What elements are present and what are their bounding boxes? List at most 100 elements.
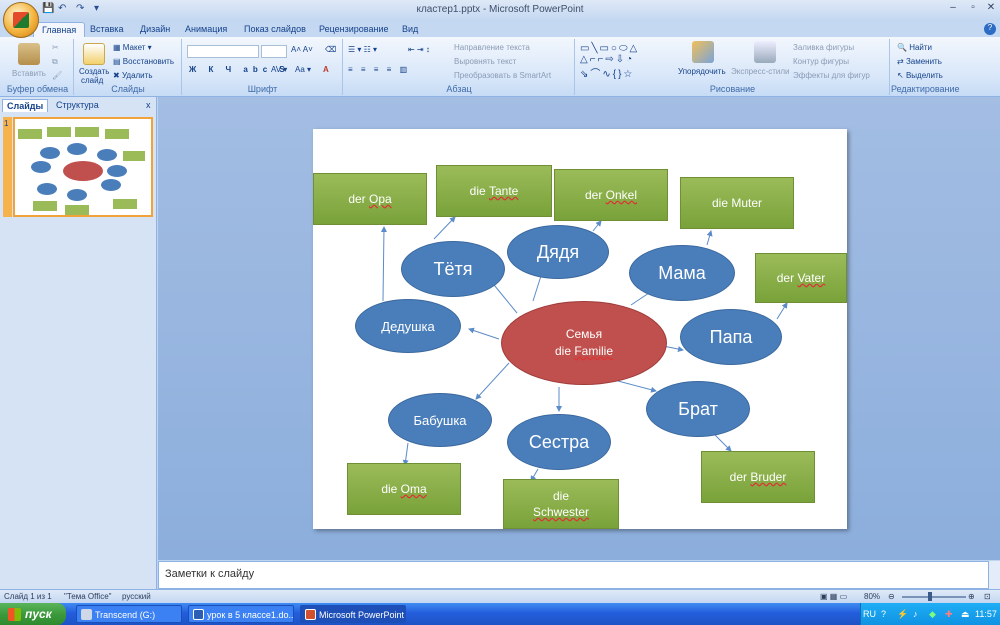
undo-icon[interactable]: ↶ xyxy=(58,3,66,14)
tab-slides-panel[interactable]: Слайды xyxy=(2,99,49,112)
arrange-icon[interactable] xyxy=(692,41,714,63)
oval-dyadya[interactable]: Дядя xyxy=(507,225,609,279)
help-tray-icon[interactable]: ? xyxy=(881,609,886,619)
slide-canvas[interactable]: Семья die Familie Тётя Дядя Мама Папа Де… xyxy=(313,129,847,529)
zoom-level[interactable]: 80% xyxy=(864,592,880,601)
taskbar-item-transcend[interactable]: Transcend (G:) xyxy=(76,605,182,623)
paste-button[interactable]: Вставить xyxy=(12,69,46,78)
notes-pane[interactable]: Заметки к слайду xyxy=(158,561,989,589)
center-ellipse-family[interactable]: Семья die Familie xyxy=(501,301,667,385)
tab-design[interactable]: Дизайн xyxy=(132,22,178,37)
oval-papa[interactable]: Папа xyxy=(680,309,782,365)
volume-icon[interactable]: ♪ xyxy=(913,609,918,619)
start-button[interactable]: пуск xyxy=(0,603,66,625)
help-icon[interactable]: ? xyxy=(984,23,996,35)
tab-view[interactable]: Вид xyxy=(394,22,426,37)
minimize-button[interactable]: – xyxy=(944,2,962,16)
zoom-out-icon[interactable]: ⊖ xyxy=(888,592,895,601)
font-family-select[interactable] xyxy=(187,45,259,58)
safely-remove-icon[interactable]: ⏏ xyxy=(961,609,970,620)
select-label: Выделить xyxy=(905,71,943,80)
bullets-icon[interactable]: ☰ ▾ ☷ ▾ xyxy=(348,45,377,54)
zoom-slider-thumb[interactable] xyxy=(928,592,932,601)
reset-button[interactable]: ▤ Восстановить xyxy=(113,57,174,66)
oval-dedushka[interactable]: Дедушка xyxy=(355,299,461,353)
find-button[interactable]: 🔍 Найти xyxy=(897,43,932,52)
replace-button[interactable]: ⇄ Заменить xyxy=(897,57,942,66)
zoom-slider[interactable] xyxy=(902,596,966,598)
box-bruder[interactable]: der Bruder xyxy=(701,451,815,503)
shape-effects-button[interactable]: Эффекты для фигур xyxy=(793,71,870,80)
zoom-in-icon[interactable]: ⊕ xyxy=(968,592,975,601)
slide-thumbnail[interactable] xyxy=(13,117,153,217)
change-case-icon[interactable]: Aa ▾ xyxy=(295,65,311,74)
arrow-to-tante xyxy=(433,216,456,240)
cut-icon[interactable]: ✂ xyxy=(52,43,59,52)
box-muter[interactable]: die Muter xyxy=(680,177,794,229)
fit-window-icon[interactable]: ⊡ xyxy=(984,592,991,601)
shapes-gallery[interactable]: ▭╲▭○⬭△ △⌐⌐⇨⇩◔ ⇘⌒∿{}☆ xyxy=(580,43,639,80)
oval-tetya[interactable]: Тётя xyxy=(401,241,505,297)
shape-fill-button[interactable]: Заливка фигуры xyxy=(793,43,854,52)
restore-button[interactable]: ▫ xyxy=(964,2,982,16)
oval-brat[interactable]: Брат xyxy=(646,381,750,437)
quick-styles-button[interactable]: Экспресс-стили xyxy=(731,67,790,76)
taskbar-item-powerpoint[interactable]: Microsoft PowerPoint ... xyxy=(300,605,406,623)
tab-home[interactable]: Главная xyxy=(33,22,86,37)
copy-icon[interactable]: ⧉ xyxy=(52,57,58,67)
char-spacing-icon[interactable]: AV ▾ xyxy=(271,65,287,74)
shield-icon[interactable]: ◆ xyxy=(929,609,936,620)
align-text-button[interactable]: Выровнять текст xyxy=(454,57,516,66)
indent-icon[interactable]: ⇤ ⇥ ↕ xyxy=(408,45,430,54)
tab-slideshow[interactable]: Показ слайдов xyxy=(236,22,314,37)
tab-insert[interactable]: Вставка xyxy=(82,22,131,37)
align-buttons[interactable]: ≡ ≡ ≡ ≡ ▥ xyxy=(348,65,410,74)
arrange-button[interactable]: Упорядочить xyxy=(678,67,726,76)
qat-customize-icon[interactable]: ▾ xyxy=(94,3,99,14)
oval-babushka[interactable]: Бабушка xyxy=(388,393,492,447)
network-icon[interactable]: ⚡ xyxy=(897,609,908,620)
group-drawing: ▭╲▭○⬭△ △⌐⌐⇨⇩◔ ⇘⌒∿{}☆ Упорядочить Экспресс-… xyxy=(576,39,890,95)
language-indicator[interactable]: RU xyxy=(863,609,876,619)
save-icon[interactable]: 💾 xyxy=(42,3,54,14)
ribbon: Вставить ✂ ⧉ 🖌 Буфер обмена Создать слай… xyxy=(0,37,1000,97)
delete-slide-button[interactable]: ✖ Удалить xyxy=(113,71,152,80)
tab-animation[interactable]: Анимация xyxy=(177,22,235,37)
status-language[interactable]: русский xyxy=(122,592,151,601)
new-slide-icon[interactable] xyxy=(83,43,105,65)
redo-icon[interactable]: ↷ xyxy=(76,3,84,14)
grow-font-icon[interactable]: A˄ A˅ xyxy=(291,45,313,54)
new-slide-button[interactable]: Создать xyxy=(79,67,109,76)
tab-review[interactable]: Рецензирование xyxy=(311,22,397,37)
box-vater[interactable]: der Vater xyxy=(755,253,847,303)
box-tante[interactable]: die Tante xyxy=(436,165,552,217)
close-pane-icon[interactable]: x xyxy=(146,100,151,110)
quick-styles-icon[interactable] xyxy=(754,41,776,63)
smartart-button[interactable]: Преобразовать в SmartArt xyxy=(454,71,551,80)
box-onkel[interactable]: der Onkel xyxy=(554,169,668,221)
vertical-scrollbar[interactable] xyxy=(989,561,1000,589)
tab-outline-panel[interactable]: Структура xyxy=(52,99,103,112)
oval-mama[interactable]: Мама xyxy=(629,245,735,301)
text-direction-button[interactable]: Направление текста xyxy=(454,43,530,52)
paste-icon[interactable] xyxy=(18,43,40,65)
antivirus-icon[interactable]: ✚ xyxy=(945,609,953,620)
box-oma[interactable]: die Oma xyxy=(347,463,461,515)
box-opa[interactable]: der Opa xyxy=(313,173,427,225)
office-button[interactable] xyxy=(3,2,39,38)
close-button[interactable]: ✕ xyxy=(982,2,1000,16)
font-size-select[interactable] xyxy=(261,45,287,58)
taskbar-item-word[interactable]: урок в 5 классе1.do... xyxy=(188,605,294,623)
box-onkel-prefix: der xyxy=(584,188,603,202)
format-painter-icon[interactable]: 🖌 xyxy=(52,71,62,80)
box-schwester[interactable]: die Schwester xyxy=(503,479,619,529)
select-button[interactable]: ↖ Выделить xyxy=(897,71,943,80)
layout-button[interactable]: ▦ Макет ▾ xyxy=(113,43,152,52)
box-opa-prefix: der xyxy=(348,192,366,206)
view-buttons[interactable]: ▣ ▦ ▭ xyxy=(820,592,847,601)
oval-sestra[interactable]: Сестра xyxy=(507,414,611,470)
font-color-icon[interactable]: A xyxy=(323,65,329,74)
clear-format-icon[interactable]: ⌫ xyxy=(325,45,336,54)
shape-outline-button[interactable]: Контур фигуры xyxy=(793,57,849,66)
clock[interactable]: 11:57 xyxy=(975,609,997,619)
